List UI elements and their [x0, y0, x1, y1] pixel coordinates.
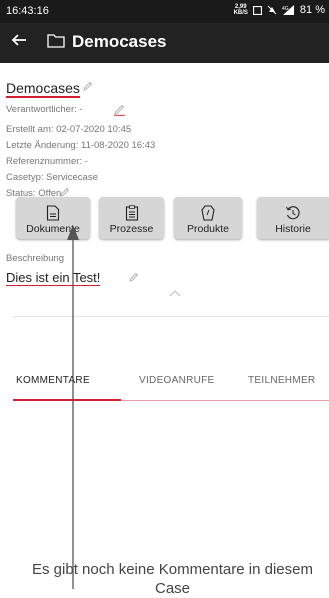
edit-title-pencil-icon[interactable]	[82, 81, 93, 92]
status-icons: 2,99 KB/S 4G 81 %	[234, 4, 325, 16]
products-button-label: Produkte	[186, 223, 230, 235]
documents-button[interactable]: Dokumente	[16, 197, 90, 239]
processes-button-label: Prozesse	[109, 223, 154, 235]
app-bar: Democases	[0, 23, 329, 63]
tab-comments[interactable]: KOMMENTARE	[16, 375, 90, 386]
back-button[interactable]	[10, 31, 28, 53]
mute-icon	[267, 5, 277, 15]
tab-participants[interactable]: TEILNEHMER	[248, 375, 315, 386]
case-title[interactable]: Democases	[6, 80, 80, 98]
clipboard-list-icon	[125, 205, 138, 221]
case-reference: Referenznummer: -	[6, 156, 88, 167]
battery-level: 81 %	[299, 4, 325, 16]
case-responsible: Verantwortlicher: -	[6, 104, 83, 115]
history-button-label: Historie	[275, 223, 311, 235]
product-tag-icon	[201, 205, 215, 221]
documents-button-label: Dokumente	[26, 223, 80, 235]
notification-box-icon	[252, 5, 262, 15]
signal-icon: 4G	[282, 5, 294, 15]
description-text[interactable]: Dies ist ein Test!	[6, 270, 101, 286]
net-speed: 2,99 KB/S	[233, 4, 248, 16]
processes-button[interactable]: Prozesse	[99, 197, 164, 239]
divider	[12, 316, 329, 317]
description-label: Beschreibung	[6, 253, 65, 264]
chevron-up-icon[interactable]	[169, 290, 181, 297]
case-type: Casetyp: Servicecase	[6, 172, 98, 183]
svg-text:4G: 4G	[282, 6, 289, 12]
history-button[interactable]: Historie	[257, 197, 329, 239]
arrow-left-icon	[11, 34, 26, 46]
status-time: 16:43:16	[6, 5, 49, 17]
empty-comments-message: Es gibt noch keine Kommentare in diesem …	[32, 561, 313, 597]
document-icon	[46, 205, 60, 221]
folder-icon	[47, 34, 65, 48]
products-button[interactable]: Produkte	[174, 197, 242, 239]
edit-responsible-pencil-icon[interactable]	[113, 104, 126, 116]
active-tab-indicator	[13, 399, 121, 401]
edit-description-pencil-icon[interactable]	[128, 272, 139, 283]
tab-video-calls[interactable]: VIDEOANRUFE	[139, 375, 215, 386]
history-icon	[286, 206, 300, 220]
status-bar: 16:43:16 2,99 KB/S 4G 81 %	[0, 0, 329, 23]
case-created: Erstellt am: 02-07-2020 10:45	[6, 124, 132, 135]
page-title: Democases	[72, 32, 167, 51]
case-modified: Letzte Änderung: 11-08-2020 16:43	[6, 140, 156, 151]
